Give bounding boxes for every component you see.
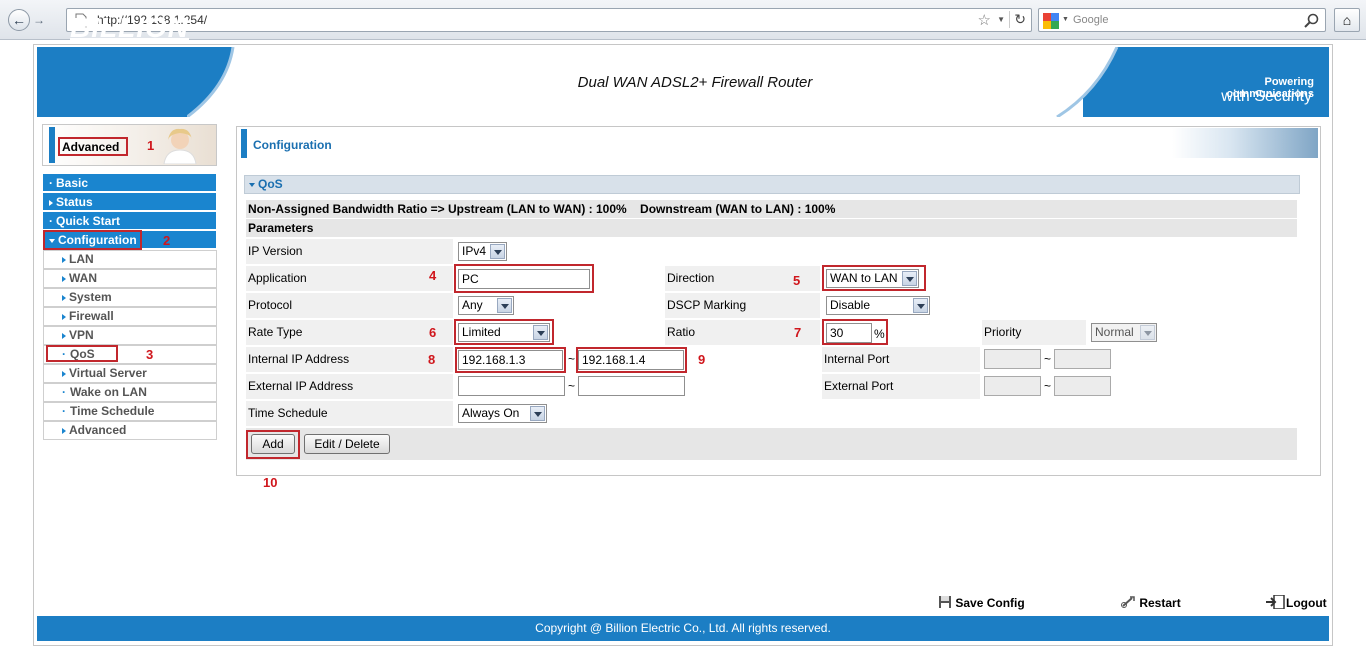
reload-icon[interactable]: ↻ [1009,11,1026,28]
sidebar-subitem-lan[interactable]: LAN [43,250,217,269]
external-port-end-input[interactable] [1054,376,1111,396]
restart-icon [1121,596,1135,608]
time-schedule-label: Time Schedule [246,401,453,426]
bandwidth-ratio-row: Non-Assigned Bandwidth Ratio => Upstream… [246,200,1297,218]
section-title: Configuration [253,138,332,152]
annotation-3: 3 [146,347,154,362]
external-ip-end-input[interactable] [578,376,685,396]
external-port-start-input[interactable] [984,376,1041,396]
annotation-box-ratio [822,319,888,345]
google-icon [1043,13,1059,29]
ext-ip-range-separator: ~ [568,379,576,393]
annotation-9: 9 [698,352,706,367]
restart-link[interactable]: Restart [1120,595,1181,610]
save-config-link[interactable]: Save Config [938,595,1025,610]
sidebar-subitem-firewall[interactable]: Firewall [43,307,217,326]
internal-ip-label: Internal IP Address [246,347,453,372]
product-title: Dual WAN ADSL2+ Firewall Router [577,74,813,91]
brand-logo: BILLION [70,12,189,43]
sidebar-item-status[interactable]: Status [43,193,216,211]
annotation-8: 8 [428,352,436,367]
logout-link[interactable]: Logout [1266,594,1327,610]
search-input[interactable]: Google [1073,14,1108,26]
annotation-4: 4 [429,268,437,283]
external-ip-label: External IP Address [246,374,453,399]
search-engine-dropdown-icon[interactable]: ▼ [1062,16,1069,23]
annotation-box-add [246,430,300,459]
address-bar[interactable]: http://192.168.1.254/ ☆ ▼ ↻ [66,8,1032,32]
annotation-box-internal-ip-start [455,347,566,373]
sidebar-item-basic[interactable]: · Basic [43,174,216,192]
avatar [163,128,197,164]
sidebar-subitem-virtual-server[interactable]: Virtual Server [43,364,217,383]
sidebar-subitem-wan[interactable]: WAN [43,269,217,288]
external-port-label: External Port [822,374,980,399]
annotation-7: 7 [794,325,802,340]
rate-type-label: Rate Type [246,320,453,345]
sidebar-item-quick-start[interactable]: · Quick Start [43,212,216,230]
time-schedule-cell [455,401,1297,426]
annotation-box-internal-ip-end [576,347,687,373]
sidebar-subitem-vpn[interactable]: VPN [43,326,217,345]
annotation-box-direction [822,265,926,291]
section-banner-image [1172,128,1318,158]
priority-label: Priority [982,320,1086,345]
logout-icon [1266,594,1285,610]
annotation-6: 6 [429,325,437,340]
sidebar-subitem-system[interactable]: System [43,288,217,307]
dscp-marking-select[interactable]: Disable [826,296,930,315]
annotation-5: 5 [793,273,801,288]
sidebar-subitem-wake-on-lan[interactable]: · Wake on LAN [43,383,217,402]
time-schedule-select[interactable]: Always On [458,404,547,423]
header-swoosh-left [187,47,307,117]
search-bar[interactable]: ▼ Google [1038,8,1326,32]
annotation-2: 2 [163,233,171,248]
edit-delete-button[interactable]: Edit / Delete [304,434,390,454]
protocol-select[interactable]: Any [458,296,514,315]
bookmark-star-icon[interactable]: ☆ [978,11,991,29]
dscp-marking-label: DSCP Marking [665,293,820,318]
slogan-large: with Security [1221,88,1312,105]
sidebar-subitem-advanced[interactable]: Advanced [43,421,217,440]
copyright-footer: Copyright @ Billion Electric Co., Ltd. A… [37,616,1329,641]
ip-version-label: IP Version [246,239,453,264]
search-icon[interactable] [1303,13,1319,29]
floppy-disk-icon [939,596,951,608]
back-icon[interactable]: ← [8,9,30,31]
dropdown-icon[interactable]: ▼ [997,15,1005,24]
home-icon[interactable]: ⌂ [1334,8,1360,32]
parameters-header: Parameters [246,219,1297,237]
annotation-box-configuration [43,230,142,250]
priority-select[interactable]: Normal [1091,323,1157,342]
qos-header[interactable]: QoS [244,175,1300,194]
port-range-separator: ~ [1044,352,1052,366]
ip-version-cell [455,239,1297,264]
internal-port-label: Internal Port [822,347,980,372]
advanced-mode-link[interactable]: Advanced [58,137,128,156]
forward-icon[interactable]: → [33,13,45,27]
application-label: Application [246,266,453,291]
annotation-10: 10 [263,475,278,490]
ext-port-range-separator: ~ [1044,379,1052,393]
annotation-box-qos [46,345,118,362]
annotation-1: 1 [147,138,155,153]
button-row [246,428,1297,460]
external-ip-start-input[interactable] [458,376,565,396]
ip-version-select[interactable]: IPv4 [458,242,507,261]
protocol-label: Protocol [246,293,453,318]
section-accent-bar [241,129,247,158]
ip-range-separator: ~ [568,352,576,366]
sidebar-subitem-time-schedule[interactable]: · Time Schedule [43,402,217,421]
annotation-box-application [454,264,594,293]
internal-port-end-input[interactable] [1054,349,1111,369]
internal-port-start-input[interactable] [984,349,1041,369]
annotation-box-rate-type [454,319,554,345]
